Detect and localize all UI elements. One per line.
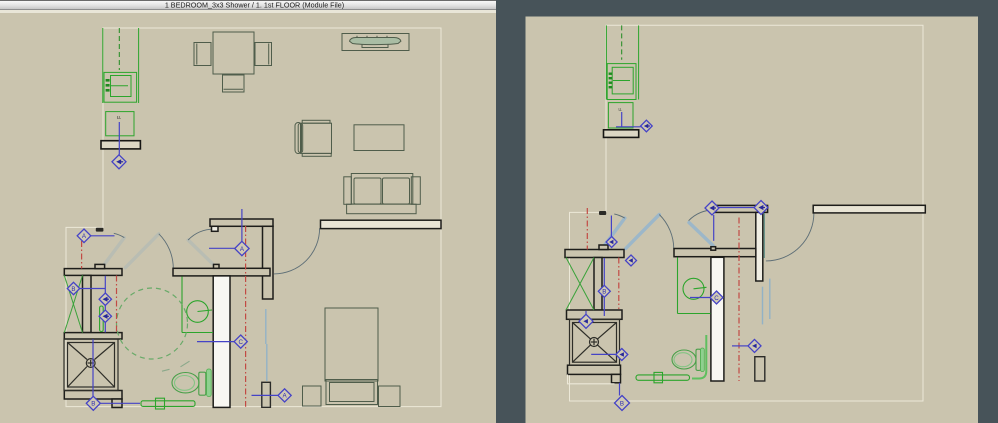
svg-text:B: B	[91, 401, 95, 408]
svg-text:1 BEDROOM_3x3 Shower / 1. 1st: 1 BEDROOM_3x3 Shower / 1. 1st FLOOR (Mod…	[165, 1, 344, 10]
svg-text:B: B	[71, 286, 75, 293]
svg-text:C: C	[238, 339, 243, 346]
svg-text:u.: u.	[117, 115, 122, 121]
svg-text:C: C	[714, 295, 719, 302]
svg-text:B: B	[602, 289, 606, 296]
svg-text:B: B	[620, 400, 624, 407]
